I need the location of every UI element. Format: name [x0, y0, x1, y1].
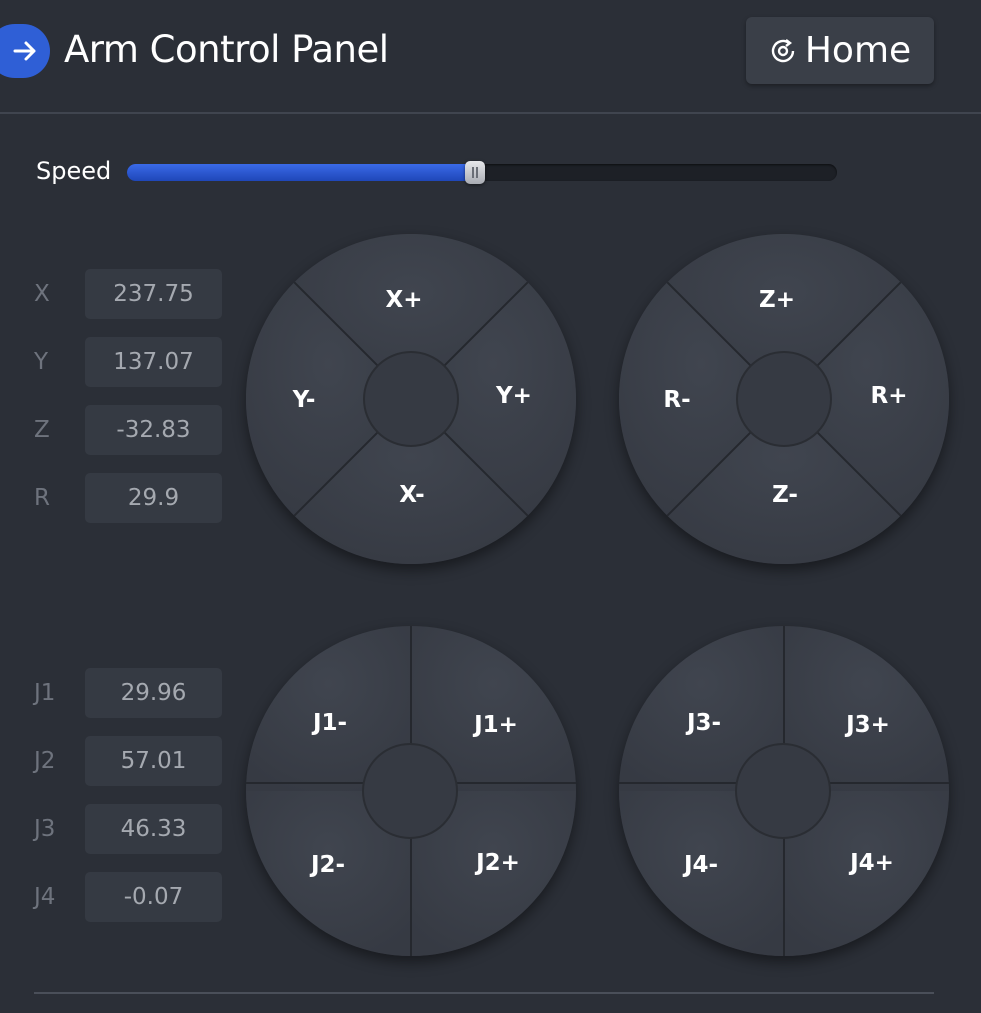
coord-row-y: Y 137.07 — [0, 337, 230, 387]
xy-pad-top-label: X+ — [385, 287, 423, 313]
j34-jog-pad: J3- J3+ J4- J4+ — [619, 626, 949, 956]
j12-pad-tl-label: J1- — [312, 710, 348, 736]
speed-slider-fill — [127, 164, 475, 181]
j12-pad-br-label: J2+ — [476, 850, 520, 876]
j34-pad-br-label: J4+ — [850, 850, 894, 876]
j12-pad-tr-label: J1+ — [474, 712, 518, 738]
j34-pad-bl-label: J4- — [683, 852, 719, 878]
bottom-divider — [34, 992, 934, 994]
coord-row-z: Z -32.83 — [0, 405, 230, 455]
xy-pad-left-label: Y- — [292, 387, 316, 413]
joint-row-j1: J1 29.96 — [0, 668, 230, 718]
arrow-right-icon — [13, 41, 36, 61]
j34-pad-tr-label: J3+ — [846, 712, 890, 738]
coord-row-r: R 29.9 — [0, 473, 230, 523]
xy-pad-bottom-label: X- — [399, 482, 425, 508]
home-button[interactable]: Home — [746, 17, 934, 84]
coord-label: R — [34, 485, 50, 511]
speed-slider[interactable] — [127, 161, 837, 184]
j12-pad-center — [362, 743, 458, 839]
speed-label: Speed — [36, 157, 112, 185]
joint-value: 29.96 — [85, 668, 222, 718]
joint-value: -0.07 — [85, 872, 222, 922]
coord-label: Z — [34, 417, 50, 443]
j12-jog-pad: J1- J1+ J2- J2+ — [246, 626, 576, 956]
coord-value: -32.83 — [85, 405, 222, 455]
back-button[interactable] — [0, 24, 50, 78]
zr-pad-bottom-label: Z- — [772, 482, 798, 508]
joint-label: J3 — [34, 816, 56, 842]
joint-row-j3: J3 46.33 — [0, 804, 230, 854]
joint-row-j4: J4 -0.07 — [0, 872, 230, 922]
zr-pad-center — [736, 351, 832, 447]
header: Arm Control Panel Home — [0, 0, 981, 114]
coord-value: 29.9 — [85, 473, 222, 523]
xy-pad-right-label: Y+ — [496, 383, 532, 409]
home-reset-icon — [771, 38, 795, 62]
j12-pad-bl-label: J2- — [310, 852, 346, 878]
coord-row-x: X 237.75 — [0, 269, 230, 319]
joint-label: J4 — [34, 884, 56, 910]
zr-pad-top-label: Z+ — [759, 287, 795, 313]
joint-label: J2 — [34, 748, 56, 774]
coord-value: 137.07 — [85, 337, 222, 387]
j34-pad-tl-label: J3- — [686, 710, 722, 736]
page-title: Arm Control Panel — [64, 28, 389, 71]
coord-label: Y — [34, 349, 49, 375]
joint-row-j2: J2 57.01 — [0, 736, 230, 786]
j34-pad-center — [735, 743, 831, 839]
home-button-label: Home — [804, 30, 912, 71]
joint-value: 46.33 — [85, 804, 222, 854]
joint-label: J1 — [34, 680, 56, 706]
zr-pad-left-label: R- — [663, 387, 691, 413]
coord-label: X — [34, 281, 50, 307]
coord-value: 237.75 — [85, 269, 222, 319]
zr-pad-right-label: R+ — [870, 383, 908, 409]
xy-jog-pad: X+ Y+ X- Y- — [246, 234, 576, 564]
zr-jog-pad: Z+ R+ Z- R- — [619, 234, 949, 564]
xy-pad-center — [363, 351, 459, 447]
speed-slider-handle[interactable] — [465, 161, 485, 184]
joint-value: 57.01 — [85, 736, 222, 786]
